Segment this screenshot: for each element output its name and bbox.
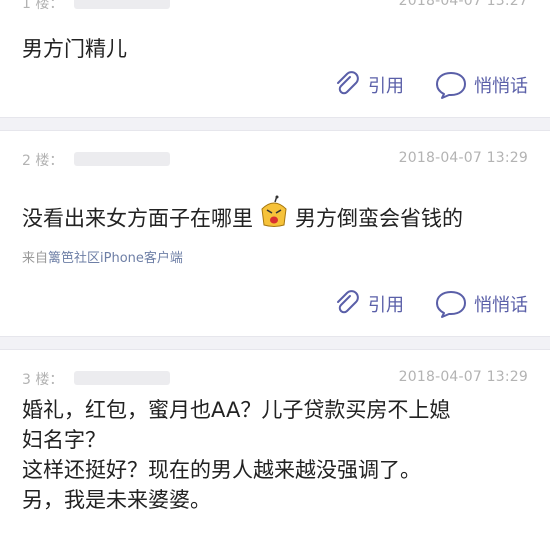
source-prefix: 来自	[22, 251, 49, 266]
post-meta: 3 楼： 2018-04-07 13:29	[22, 367, 528, 389]
paperclip-icon	[337, 290, 359, 314]
source-link[interactable]: 篱笆社区iPhone客户端	[48, 251, 183, 266]
content-text: 没看出来女方面子在哪里	[22, 206, 253, 231]
floor-number: 3 楼：	[22, 372, 64, 388]
post-meta: 1 楼： 2018-04-07 13:27	[22, 0, 528, 13]
post-separator	[0, 336, 550, 350]
post-2: 2 楼： 2018-04-07 13:29 没看出来女方面子在哪里 男方倒蛮会省钱…	[0, 131, 550, 336]
content-line: 婚礼，红包，蜜月也AA？儿子贷款买房不上媳	[22, 398, 451, 422]
username-blurred[interactable]	[74, 371, 170, 385]
username-blurred[interactable]	[74, 152, 170, 166]
post-separator	[0, 117, 550, 131]
post-actions: 引用 悄悄话	[302, 70, 528, 100]
post-source: 来自篱笆社区iPhone客户端	[22, 247, 183, 266]
post-time: 2018-04-07 13:29	[398, 369, 528, 385]
chat-bubble-icon	[436, 72, 466, 99]
floor-number: 2 楼：	[22, 153, 64, 169]
post-meta: 2 楼： 2018-04-07 13:29	[22, 148, 528, 170]
whisper-button[interactable]: 悄悄话	[434, 70, 528, 100]
content-line: 这样还挺好？现在的男人越来越没强调了。	[22, 458, 421, 482]
whisper-label: 悄悄话	[474, 76, 528, 97]
content-line: 另，我是未来婆婆。	[22, 488, 211, 512]
username-blurred[interactable]	[74, 0, 170, 9]
post-time: 2018-04-07 13:27	[398, 0, 528, 9]
quote-button[interactable]: 引用	[332, 289, 404, 319]
chat-bubble-icon	[436, 291, 466, 318]
quote-label: 引用	[368, 295, 404, 316]
post-3: 3 楼： 2018-04-07 13:29 婚礼，红包，蜜月也AA？儿子贷款买房…	[0, 350, 550, 539]
whisper-label: 悄悄话	[474, 295, 528, 316]
quote-label: 引用	[368, 76, 404, 97]
post-content: 婚礼，红包，蜜月也AA？儿子贷款买房不上媳 妇名字？ 这样还挺好？现在的男人越来…	[22, 395, 530, 515]
quote-button[interactable]: 引用	[332, 70, 404, 100]
content-text: 男方倒蛮会省钱的	[295, 206, 463, 231]
post-time: 2018-04-07 13:29	[398, 150, 528, 166]
post-1: 1 楼： 2018-04-07 13:27 男方门精儿 引用 悄悄话	[0, 0, 550, 117]
whisper-button[interactable]: 悄悄话	[434, 289, 528, 319]
post-actions: 引用 悄悄话	[302, 289, 528, 319]
paperclip-icon	[337, 71, 359, 95]
content-line: 妇名字？	[22, 428, 106, 452]
post-content: 男方门精儿	[22, 37, 127, 61]
crying-emoji-icon	[259, 195, 289, 238]
post-content: 没看出来女方面子在哪里 男方倒蛮会省钱的	[22, 195, 530, 238]
floor-number: 1 楼：	[22, 0, 64, 12]
